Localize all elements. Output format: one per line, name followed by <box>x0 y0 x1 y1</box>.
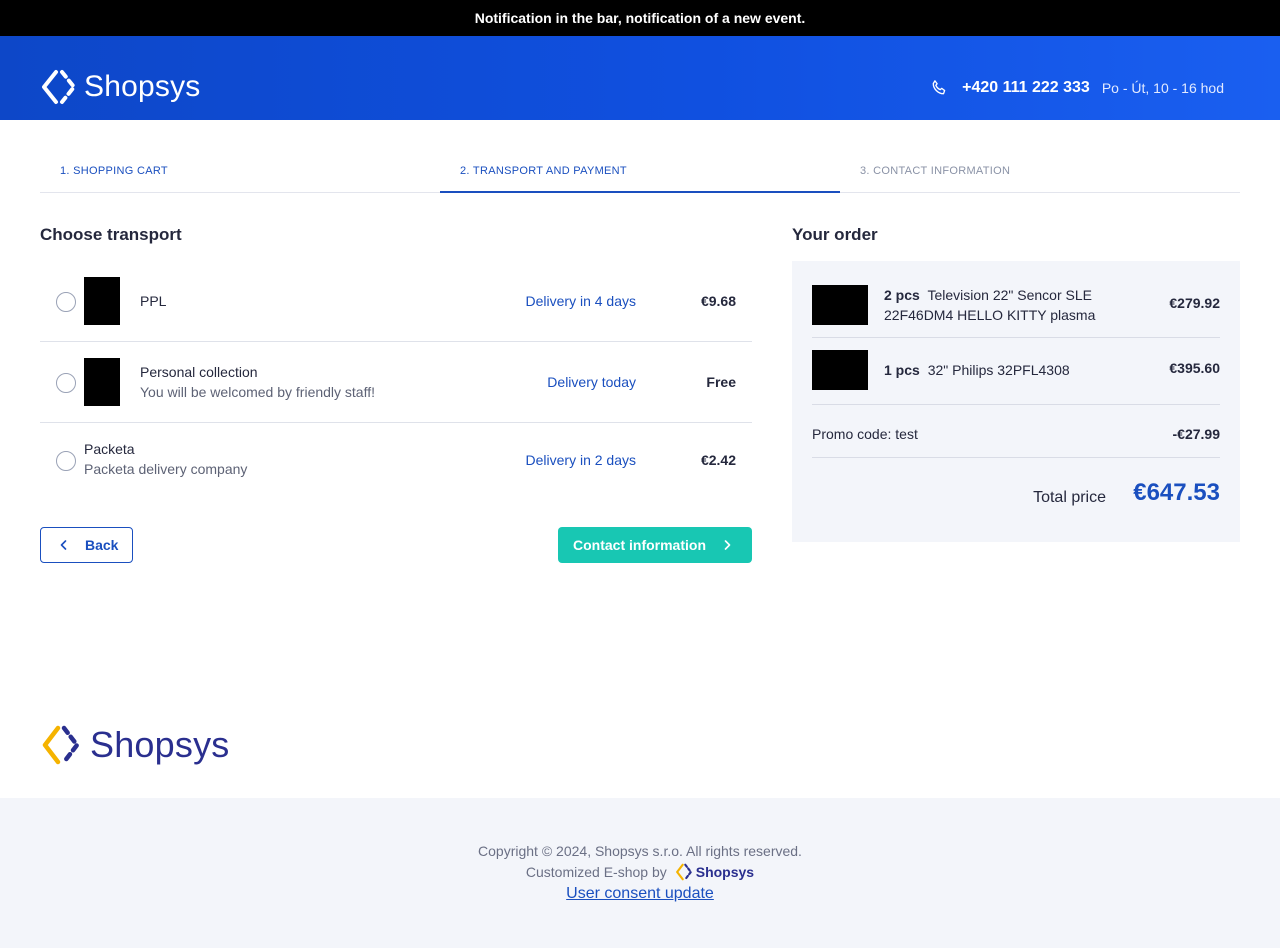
step-shopping-cart[interactable]: 1. SHOPPING CART <box>40 152 440 193</box>
footer-logo-text: Shopsys <box>90 724 230 765</box>
order-title: Your order <box>792 225 878 244</box>
customized-by-logo[interactable]: Shopsys <box>675 863 754 881</box>
transport-price: €9.68 <box>700 293 736 309</box>
transport-delivery: Delivery today <box>547 374 636 390</box>
order-item-qty: 1 pcs <box>884 362 920 378</box>
transport-image <box>84 277 120 325</box>
transport-description: Packeta delivery company <box>84 461 248 477</box>
transport-option-packeta[interactable]: Packeta Packeta delivery company Deliver… <box>40 423 752 504</box>
phone-number[interactable]: +420 111 222 333 <box>962 79 1090 97</box>
product-image <box>812 350 868 390</box>
step-contact-information: 3. CONTACT INFORMATION <box>860 165 1011 177</box>
order-item: 2 pcs Television 22" Sencor SLE 22F46DM4… <box>812 285 1220 325</box>
header-contact: +420 111 222 333 Po - Út, 10 - 16 hod <box>930 68 1224 108</box>
header-logo-text: Shopsys <box>84 70 201 103</box>
order-item-text: 1 pcs 32" Philips 32PFL4308 <box>884 360 1124 380</box>
notification-text: Notification in the bar, notification of… <box>474 10 806 26</box>
transport-description: You will be welcomed by friendly staff! <box>140 384 376 400</box>
divider <box>812 457 1220 458</box>
shopsys-logo-icon <box>42 70 76 104</box>
shopsys-logo-icon <box>42 725 80 765</box>
header-logo[interactable]: Shopsys <box>40 68 200 106</box>
transport-delivery: Delivery in 2 days <box>525 452 637 468</box>
order-item-price: €395.60 <box>1169 360 1220 376</box>
order-item-qty: 2 pcs <box>884 287 920 303</box>
order-item-price: €279.92 <box>1169 295 1220 311</box>
customized-by-logo-text: Shopsys <box>695 864 755 880</box>
contact-information-button-label: Contact information <box>573 537 706 553</box>
step-transport-and-payment: 2. TRANSPORT AND PAYMENT <box>440 152 840 193</box>
transport-image <box>84 358 120 406</box>
transport-name: PPL <box>140 293 167 309</box>
total-price-label: Total price <box>1033 489 1106 506</box>
contact-information-button[interactable]: Contact information <box>558 527 752 563</box>
transport-price: Free <box>706 374 736 390</box>
product-image <box>812 285 868 325</box>
user-consent-link[interactable]: User consent update <box>0 885 1280 903</box>
promo-code-label: Promo code: test <box>812 426 918 442</box>
site-footer: Copyright © 2024, Shopsys s.r.o. All rig… <box>0 798 1280 948</box>
chevron-right-icon <box>724 540 731 550</box>
shopsys-logo-icon <box>675 863 692 881</box>
transport-name: Personal collection <box>140 364 258 380</box>
copyright: Copyright © 2024, Shopsys s.r.o. All rig… <box>478 843 802 859</box>
footer-logo[interactable]: Shopsys <box>40 724 229 766</box>
transport-option-ppl[interactable]: PPL Delivery in 4 days €9.68 <box>40 261 752 342</box>
transport-delivery: Delivery in 4 days <box>525 293 637 309</box>
order-item-text: 2 pcs Television 22" Sencor SLE 22F46DM4… <box>884 285 1124 325</box>
checkout-steps: 1. SHOPPING CART 2. TRANSPORT AND PAYMEN… <box>40 152 1240 193</box>
transport-list: PPL Delivery in 4 days €9.68 Personal co… <box>40 261 752 504</box>
transport-title: Choose transport <box>40 225 182 244</box>
back-button[interactable]: Back <box>40 527 133 563</box>
order-item-name[interactable]: 32" Philips 32PFL4308 <box>928 362 1070 378</box>
order-summary: 2 pcs Television 22" Sencor SLE 22F46DM4… <box>792 261 1240 542</box>
radio-button[interactable] <box>56 292 76 312</box>
opening-hours: Po - Út, 10 - 16 hod <box>1101 80 1224 96</box>
divider <box>812 404 1220 405</box>
promo-code-discount: -€27.99 <box>1172 426 1220 442</box>
phone-icon <box>932 80 946 95</box>
customized-by-text: Customized E-shop by <box>525 864 667 880</box>
transport-name: Packeta <box>84 441 135 457</box>
transport-price: €2.42 <box>700 452 736 468</box>
order-item: 1 pcs 32" Philips 32PFL4308 €395.60 <box>812 350 1220 390</box>
site-header: Shopsys +420 111 222 333 Po - Út, 10 - 1… <box>0 36 1280 120</box>
customized-by: Customized E-shop by Shopsys <box>0 863 1280 881</box>
notification-bar: Notification in the bar, notification of… <box>0 0 1280 36</box>
back-button-label: Back <box>85 537 119 553</box>
chevron-left-icon <box>60 540 67 550</box>
total-price-value: €647.53 <box>1133 479 1220 506</box>
transport-option-personal-collection[interactable]: Personal collection You will be welcomed… <box>40 342 752 423</box>
radio-button[interactable] <box>56 451 76 471</box>
divider <box>812 337 1220 338</box>
radio-button[interactable] <box>56 373 76 393</box>
